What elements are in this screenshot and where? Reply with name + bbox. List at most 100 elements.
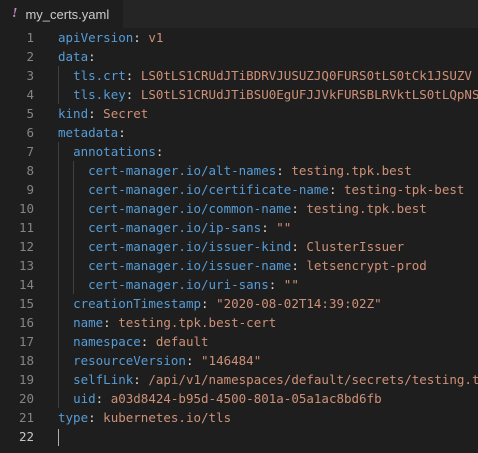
code-content: tls.crt: LS0tLS1CRUdJTiBDRVJUSUZJQ0FURS0… bbox=[58, 66, 478, 85]
yaml-value: kubernetes.io/tls bbox=[103, 410, 232, 425]
tab-title: my_certs.yaml bbox=[25, 6, 110, 22]
tab-bar: ! my_certs.yaml bbox=[0, 0, 478, 28]
code-line[interactable]: 13 cert-manager.io/issuer-name: letsencr… bbox=[0, 256, 478, 275]
yaml-key: cert-manager.io/issuer-name bbox=[88, 258, 292, 273]
code-content: kind: Secret bbox=[58, 104, 478, 123]
yaml-value: default bbox=[155, 334, 209, 349]
code-line[interactable]: 21 type: kubernetes.io/tls bbox=[0, 408, 478, 427]
line-number: 18 bbox=[18, 353, 34, 368]
code-line[interactable]: 9 cert-manager.io/certificate-name: test… bbox=[0, 180, 478, 199]
code-content: creationTimestamp: "2020-08-02T14:39:02Z… bbox=[58, 294, 478, 313]
yaml-value: ClusterIssuer bbox=[306, 239, 405, 254]
yaml-value: testing-tpk-best bbox=[344, 182, 465, 197]
code-content: cert-manager.io/ip-sans: "" bbox=[58, 218, 478, 237]
code-line[interactable]: 22 bbox=[0, 427, 478, 446]
code-line[interactable]: 11 cert-manager.io/ip-sans: "" bbox=[0, 218, 478, 237]
line-number: 6 bbox=[26, 125, 34, 140]
code-content: resourceVersion: "146484" bbox=[58, 351, 478, 370]
code-line[interactable]: 3 tls.crt: LS0tLS1CRUdJTiBDRVJUSUZJQ0FUR… bbox=[0, 66, 478, 85]
code-line[interactable]: 7 annotations: bbox=[0, 142, 478, 161]
line-number: 17 bbox=[18, 334, 34, 349]
tab-my-certs-yaml[interactable]: ! my_certs.yaml bbox=[0, 0, 124, 28]
yaml-value: a03d8424-b95d-4500-801a-05a1ac8bd6fb bbox=[110, 391, 382, 406]
code-content: cert-manager.io/uri-sans: "" bbox=[58, 275, 478, 294]
line-number: 5 bbox=[26, 106, 34, 121]
line-number: 9 bbox=[26, 182, 34, 197]
code-line[interactable]: 17 namespace: default bbox=[0, 332, 478, 351]
yaml-file-icon: ! bbox=[12, 6, 18, 21]
yaml-value: Secret bbox=[103, 106, 149, 121]
line-number: 2 bbox=[26, 49, 34, 64]
code-content: apiVersion: v1 bbox=[58, 28, 478, 47]
code-line[interactable]: 12 cert-manager.io/issuer-kind: ClusterI… bbox=[0, 237, 478, 256]
code-content: uid: a03d8424-b95d-4500-801a-05a1ac8bd6f… bbox=[58, 389, 478, 408]
code-line[interactable]: 5 kind: Secret bbox=[0, 104, 478, 123]
yaml-colon: : bbox=[88, 106, 96, 121]
line-number: 3 bbox=[26, 68, 34, 83]
code-line[interactable]: 10 cert-manager.io/common-name: testing.… bbox=[0, 199, 478, 218]
yaml-value: "" bbox=[276, 220, 292, 235]
code-line[interactable]: 6 metadata: bbox=[0, 123, 478, 142]
yaml-value: "2020-08-02T14:39:02Z" bbox=[216, 296, 382, 311]
yaml-key: cert-manager.io/ip-sans bbox=[88, 220, 262, 235]
yaml-value: "146484" bbox=[201, 353, 262, 368]
line-number: 4 bbox=[26, 87, 34, 102]
yaml-colon: : bbox=[268, 277, 277, 292]
yaml-colon: : bbox=[88, 410, 96, 425]
code-content: metadata: bbox=[58, 123, 478, 142]
yaml-colon: : bbox=[140, 334, 149, 349]
code-line[interactable]: 14 cert-manager.io/uri-sans: "" bbox=[0, 275, 478, 294]
yaml-colon: : bbox=[155, 144, 164, 159]
yaml-colon: : bbox=[103, 315, 111, 330]
code-content: selfLink: /api/v1/namespaces/default/sec… bbox=[58, 370, 478, 389]
yaml-value: /api/v1/namespaces/default/secrets/testi… bbox=[148, 372, 478, 387]
code-content: cert-manager.io/alt-names: testing.tpk.b… bbox=[58, 161, 478, 180]
yaml-key: namespace bbox=[73, 334, 141, 349]
yaml-colon: : bbox=[125, 68, 134, 83]
yaml-key: apiVersion bbox=[58, 30, 134, 45]
yaml-value: testing.tpk.best-cert bbox=[118, 315, 277, 330]
code-line[interactable]: 8 cert-manager.io/alt-names: testing.tpk… bbox=[0, 161, 478, 180]
yaml-key: cert-manager.io/certificate-name bbox=[88, 182, 329, 197]
code-line[interactable]: 4 tls.key: LS0tLS1CRUdJTiBSU0EgUFJJVkFUR… bbox=[0, 85, 478, 104]
yaml-value: v1 bbox=[148, 30, 164, 45]
yaml-colon: : bbox=[291, 201, 299, 216]
yaml-key: cert-manager.io/alt-names bbox=[88, 163, 277, 178]
code-line[interactable]: 18 resourceVersion: "146484" bbox=[0, 351, 478, 370]
line-number: 19 bbox=[18, 372, 34, 387]
yaml-colon: : bbox=[88, 49, 96, 64]
code-editor[interactable]: 1 apiVersion: v1 2 data: 3 tls.crt: LS0tLS1C… bbox=[0, 28, 478, 446]
yaml-colon: : bbox=[133, 30, 141, 45]
code-content: annotations: bbox=[58, 142, 478, 161]
yaml-key: tls.key bbox=[73, 87, 126, 102]
yaml-key: annotations bbox=[73, 144, 156, 159]
yaml-key: resourceVersion bbox=[73, 353, 186, 368]
yaml-value: testing.tpk.best bbox=[291, 163, 412, 178]
code-content: namespace: default bbox=[58, 332, 478, 351]
code-content bbox=[58, 427, 478, 446]
yaml-key: name bbox=[73, 315, 104, 330]
yaml-key: tls.crt bbox=[73, 68, 126, 83]
yaml-colon: : bbox=[185, 353, 194, 368]
yaml-key: uid bbox=[73, 391, 96, 406]
code-line[interactable]: 20 uid: a03d8424-b95d-4500-801a-05a1ac8b… bbox=[0, 389, 478, 408]
code-content: data: bbox=[58, 47, 478, 66]
yaml-colon: : bbox=[328, 182, 337, 197]
code-line[interactable]: 15 creationTimestamp: "2020-08-02T14:39:… bbox=[0, 294, 478, 313]
code-line[interactable]: 16 name: testing.tpk.best-cert bbox=[0, 313, 478, 332]
yaml-value: testing.tpk.best bbox=[306, 201, 427, 216]
yaml-value: "" bbox=[283, 277, 299, 292]
yaml-key: selfLink bbox=[73, 372, 134, 387]
code-line[interactable]: 19 selfLink: /api/v1/namespaces/default/… bbox=[0, 370, 478, 389]
yaml-key: type bbox=[58, 410, 89, 425]
code-content: tls.key: LS0tLS1CRUdJTiBSU0EgUFJJVkFURSB… bbox=[58, 85, 478, 104]
code-line[interactable]: 2 data: bbox=[0, 47, 478, 66]
yaml-colon: : bbox=[95, 391, 104, 406]
line-number: 16 bbox=[18, 315, 34, 330]
yaml-key: kind bbox=[58, 106, 89, 121]
line-number: 21 bbox=[18, 410, 34, 425]
code-line[interactable]: 1 apiVersion: v1 bbox=[0, 28, 478, 47]
code-content: cert-manager.io/common-name: testing.tpk… bbox=[58, 199, 478, 218]
code-content: cert-manager.io/issuer-name: letsencrypt… bbox=[58, 256, 478, 275]
line-number: 12 bbox=[18, 239, 34, 254]
